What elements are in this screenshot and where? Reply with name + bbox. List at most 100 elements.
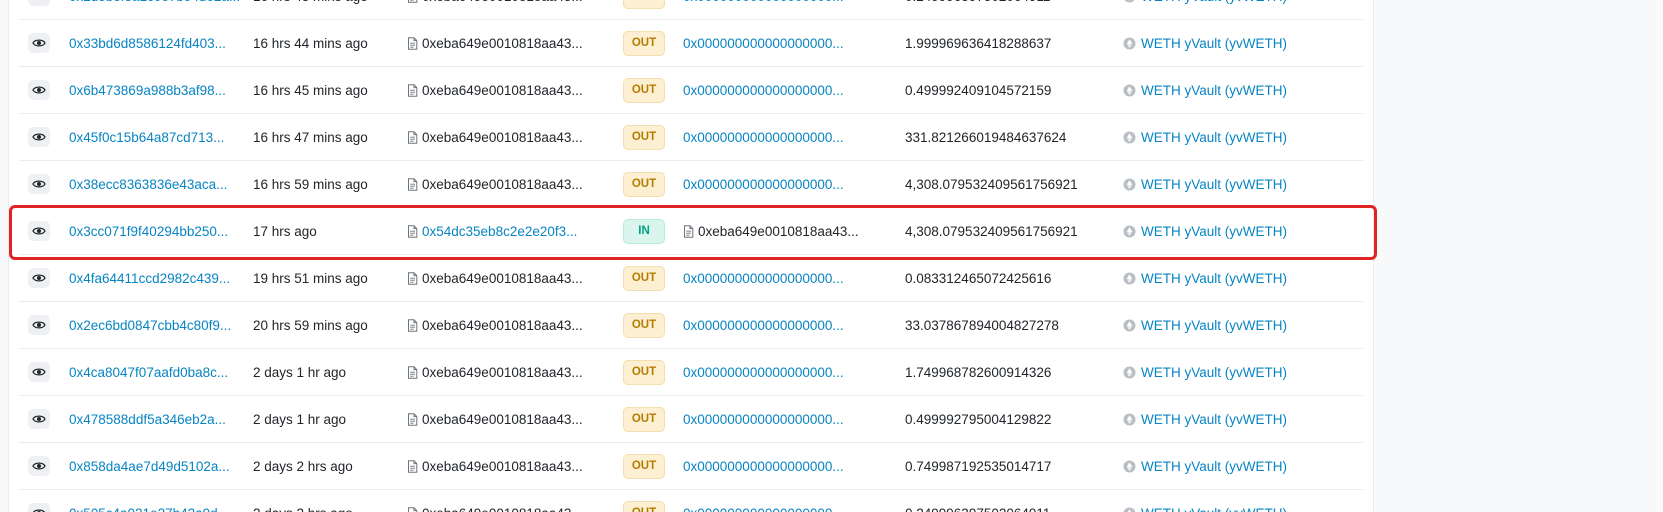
- to-address[interactable]: 0x000000000000000000...: [683, 130, 844, 145]
- to-address[interactable]: 0x000000000000000000...: [683, 459, 844, 474]
- to-address[interactable]: 0x000000000000000000...: [683, 83, 844, 98]
- to-address[interactable]: 0x000000000000000000...: [683, 318, 844, 333]
- token-link[interactable]: WETH yVault (yvWETH): [1141, 318, 1287, 333]
- document-icon: [407, 412, 418, 426]
- direction-badge: OUT: [623, 30, 665, 56]
- txn-hash-cell: 0x45f0c15b64a87cd713...: [69, 114, 241, 160]
- age-text: 16 hrs 43 mins ago: [253, 0, 368, 4]
- token-cell: WETH yVault (yvWETH): [1123, 0, 1363, 19]
- age-text: 16 hrs 44 mins ago: [253, 35, 368, 51]
- age-text: 19 hrs 51 mins ago: [253, 270, 368, 286]
- to-address[interactable]: 0x000000000000000000...: [683, 506, 844, 512]
- age-cell: 16 hrs 45 mins ago: [253, 67, 403, 113]
- age-text: 2 days 1 hr ago: [253, 364, 347, 380]
- direction-cell: OUT: [623, 255, 671, 301]
- from-address: 0xeba649e0010818aa43...: [422, 364, 583, 380]
- eye-icon[interactable]: [28, 174, 50, 194]
- to-address[interactable]: 0x000000000000000000...: [683, 412, 844, 427]
- eye-icon[interactable]: [28, 127, 50, 147]
- eye-icon[interactable]: [28, 456, 50, 476]
- to-address[interactable]: 0x000000000000000000...: [683, 365, 844, 380]
- token-link[interactable]: WETH yVault (yvWETH): [1141, 130, 1287, 145]
- token-cell: WETH yVault (yvWETH): [1123, 396, 1363, 442]
- quantity-text: 0.249996397502064911: [905, 0, 1050, 4]
- document-icon: [407, 177, 418, 191]
- from-cell: 0xeba649e0010818aa43...: [407, 67, 597, 113]
- from-cell: 0x54dc35eb8c2e2e20f3...: [407, 208, 597, 254]
- token-logo-icon: [1123, 319, 1136, 332]
- txn-hash-link[interactable]: 0x2ec6bd0847cbb4c80f9...: [69, 318, 231, 333]
- quantity-cell: 4,308.079532409561756921: [905, 161, 1115, 207]
- txn-hash-cell: 0x478588ddf5a346eb2a...: [69, 396, 241, 442]
- txn-hash-link[interactable]: 0x478588ddf5a346eb2a...: [69, 412, 226, 427]
- txn-hash-cell: 0x2ec6bd0847cbb4c80f9...: [69, 302, 241, 348]
- token-link[interactable]: WETH yVault (yvWETH): [1141, 412, 1287, 427]
- to-cell: 0x000000000000000000...: [683, 443, 895, 489]
- token-cell: WETH yVault (yvWETH): [1123, 490, 1363, 512]
- view-details-cell: [27, 161, 51, 207]
- token-logo-icon: [1123, 84, 1136, 97]
- to-address[interactable]: 0x000000000000000000...: [683, 36, 844, 51]
- txn-hash-link[interactable]: 0x38ecc8363836e43aca...: [69, 177, 227, 192]
- eye-icon[interactable]: [28, 221, 50, 241]
- txn-hash-link[interactable]: 0x4fa64411ccd2982c439...: [69, 271, 230, 286]
- from-address[interactable]: 0x54dc35eb8c2e2e20f3...: [422, 224, 577, 239]
- txn-hash-link[interactable]: 0x33bd6d8586124fd403...: [69, 36, 226, 51]
- to-address[interactable]: 0x000000000000000000...: [683, 271, 844, 286]
- quantity-text: 1.999969636418288637: [905, 35, 1052, 51]
- txn-hash-link[interactable]: 0x6b473869a988b3af98...: [69, 83, 226, 98]
- quantity-cell: 0.249996397502064911: [905, 490, 1115, 512]
- from-address: 0xeba649e0010818aa43...: [422, 317, 583, 333]
- token-link[interactable]: WETH yVault (yvWETH): [1141, 459, 1287, 474]
- to-address[interactable]: 0x000000000000000000...: [683, 0, 844, 4]
- from-address: 0xeba649e0010818aa43...: [422, 129, 583, 145]
- txn-hash-link[interactable]: 0x45f0c15b64a87cd713...: [69, 130, 224, 145]
- txn-hash-cell: 0x33bd6d8586124fd403...: [69, 20, 241, 66]
- direction-cell: OUT: [623, 302, 671, 348]
- from-cell: 0xeba649e0010818aa43...: [407, 20, 597, 66]
- table-row: 0x33bd6d8586124fd403... 16 hrs 44 mins ag…: [19, 20, 1363, 67]
- eye-icon[interactable]: [28, 80, 50, 100]
- txn-hash-link[interactable]: 0x4ca8047f07aafd0ba8c...: [69, 365, 228, 380]
- eye-icon[interactable]: [28, 268, 50, 288]
- token-link[interactable]: WETH yVault (yvWETH): [1141, 0, 1287, 4]
- document-icon: [407, 506, 418, 512]
- txn-hash-link[interactable]: 0x2d5b8f3a1c0e7b94d62a...: [69, 0, 240, 4]
- txn-hash-cell: 0x2d5b8f3a1c0e7b94d62a...: [69, 0, 241, 19]
- eye-icon[interactable]: [28, 409, 50, 429]
- age-text: 16 hrs 47 mins ago: [253, 129, 368, 145]
- to-cell: 0x000000000000000000...: [683, 114, 895, 160]
- age-cell: 2 days 1 hr ago: [253, 349, 403, 395]
- direction-badge: OUT: [623, 359, 665, 385]
- from-cell: 0xeba649e0010818aa43...: [407, 302, 597, 348]
- quantity-text: 1.749968782600914326: [905, 364, 1052, 380]
- token-link[interactable]: WETH yVault (yvWETH): [1141, 36, 1287, 51]
- direction-cell: OUT: [623, 67, 671, 113]
- to-cell: 0x000000000000000000...: [683, 161, 895, 207]
- eye-icon[interactable]: [28, 0, 50, 6]
- eye-icon[interactable]: [28, 33, 50, 53]
- token-link[interactable]: WETH yVault (yvWETH): [1141, 83, 1287, 98]
- to-cell: 0x000000000000000000...: [683, 255, 895, 301]
- token-link[interactable]: WETH yVault (yvWETH): [1141, 271, 1287, 286]
- token-link[interactable]: WETH yVault (yvWETH): [1141, 177, 1287, 192]
- document-icon: [407, 459, 418, 473]
- token-link[interactable]: WETH yVault (yvWETH): [1141, 506, 1287, 512]
- eye-icon[interactable]: [28, 503, 50, 512]
- txn-hash-link[interactable]: 0x3cc071f9f40294bb250...: [69, 224, 228, 239]
- token-transfers-table: 0x2d5b8f3a1c0e7b94d62a... 16 hrs 43 mins …: [19, 0, 1363, 512]
- from-cell: 0xeba649e0010818aa43...: [407, 349, 597, 395]
- txn-hash-link[interactable]: 0x505c4a021e27b42a9d...: [69, 506, 229, 512]
- eye-icon[interactable]: [28, 315, 50, 335]
- token-link[interactable]: WETH yVault (yvWETH): [1141, 224, 1287, 239]
- table-row: 0x478588ddf5a346eb2a... 2 days 1 hr ago 0x…: [19, 396, 1363, 443]
- to-address[interactable]: 0x000000000000000000...: [683, 177, 844, 192]
- eye-icon[interactable]: [28, 362, 50, 382]
- direction-badge: OUT: [623, 0, 665, 9]
- txn-hash-link[interactable]: 0x858da4ae7d49d5102a...: [69, 459, 230, 474]
- quantity-cell: 0.499992795004129822: [905, 396, 1115, 442]
- from-cell: 0xeba649e0010818aa43...: [407, 114, 597, 160]
- token-cell: WETH yVault (yvWETH): [1123, 161, 1363, 207]
- token-link[interactable]: WETH yVault (yvWETH): [1141, 365, 1287, 380]
- direction-cell: IN: [623, 208, 671, 254]
